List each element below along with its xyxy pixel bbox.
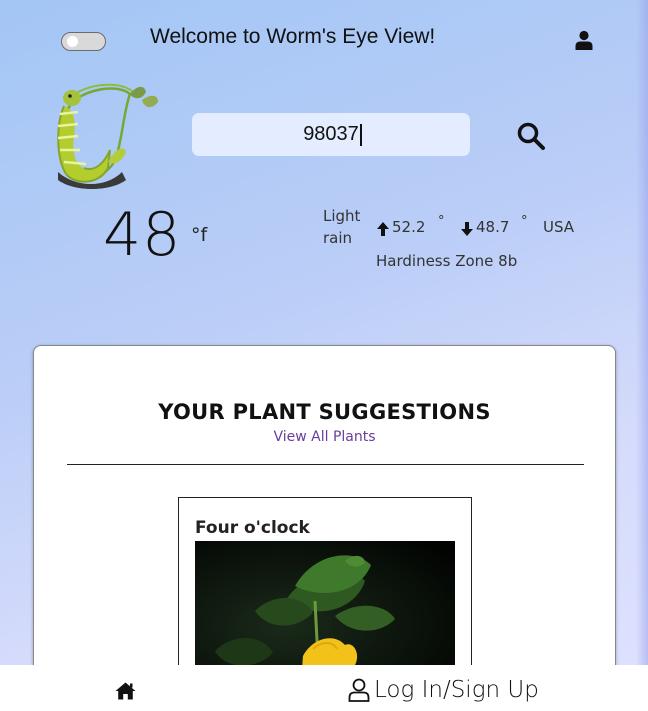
bottom-navigation: Log In/Sign Up	[0, 665, 648, 711]
home-icon[interactable]	[115, 682, 136, 700]
country-label: USA	[543, 218, 575, 236]
hardiness-zone: Hardiness Zone 8b	[376, 252, 518, 270]
plant-suggestions-card: YOUR PLANT SUGGESTIONS View All Plants F…	[33, 345, 616, 711]
low-temperature: 48.7	[476, 218, 510, 236]
welcome-heading: Welcome to Worm's Eye View!	[150, 25, 436, 48]
low-degree-symbol: °	[521, 214, 528, 229]
divider	[67, 464, 584, 465]
theme-toggle[interactable]	[61, 32, 106, 51]
toggle-knob	[67, 36, 78, 47]
search-icon[interactable]	[516, 121, 546, 151]
user-icon[interactable]	[575, 30, 593, 50]
login-signup-label: Log In/Sign Up	[374, 677, 539, 703]
temperature-unit: °f	[191, 224, 208, 246]
zip-search-input[interactable]	[192, 113, 470, 156]
high-temperature: 52.2	[392, 218, 426, 236]
background-edge-shade	[636, 0, 648, 711]
suggestions-title: YOUR PLANT SUGGESTIONS	[158, 400, 491, 424]
text-cursor	[360, 124, 362, 146]
login-signup-link[interactable]: Log In/Sign Up	[348, 675, 539, 705]
user-outline-icon	[348, 678, 370, 702]
temperature-value: 48	[103, 200, 182, 270]
arrow-up-icon	[377, 222, 389, 236]
plant-photo	[195, 541, 455, 681]
plant-name: Four o'clock	[195, 518, 310, 538]
high-degree-symbol: °	[438, 214, 445, 229]
view-all-plants-link[interactable]: View All Plants	[34, 429, 615, 445]
arrow-down-icon	[461, 222, 473, 236]
weather-condition: Light rain	[323, 207, 361, 247]
worm-logo	[57, 83, 158, 189]
